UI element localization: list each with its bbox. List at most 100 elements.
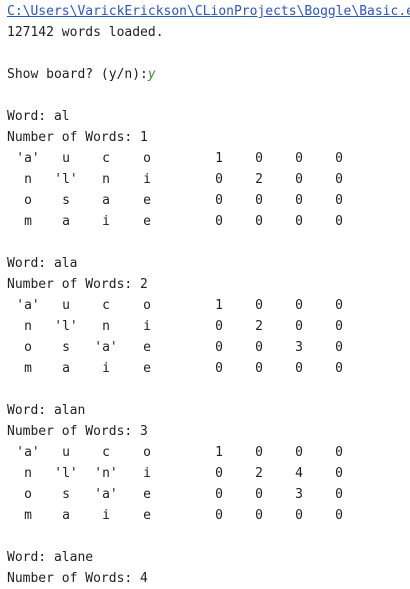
visit-order-cell: 3 bbox=[295, 340, 303, 355]
board-cell: e bbox=[143, 340, 151, 355]
visit-order-cell: 0 bbox=[335, 319, 343, 334]
visit-order-cell: 0 bbox=[335, 298, 343, 313]
visit-order-cell: 0 bbox=[215, 361, 223, 376]
visit-order-cell: 0 bbox=[295, 361, 303, 376]
visit-order-cell: 1 bbox=[215, 151, 223, 166]
visit-order-cell: 0 bbox=[335, 193, 343, 208]
board-cell: o bbox=[143, 445, 151, 460]
visit-order-cell: 0 bbox=[215, 193, 223, 208]
visit-order-cell: 2 bbox=[255, 466, 263, 481]
board-cell: 'l' bbox=[54, 466, 78, 481]
board-cell: n bbox=[24, 319, 32, 334]
board-cell: a bbox=[62, 508, 70, 523]
board-cell: m bbox=[24, 361, 32, 376]
visit-order-cell: 0 bbox=[255, 151, 263, 166]
board-cell: 'a' bbox=[94, 487, 118, 502]
board-cell: 'a' bbox=[16, 151, 40, 166]
board-cell: i bbox=[143, 172, 151, 187]
board-cell: n bbox=[24, 172, 32, 187]
board-cell: s bbox=[62, 193, 70, 208]
visit-order-cell: 0 bbox=[335, 340, 343, 355]
board-cell: u bbox=[62, 298, 70, 313]
board-cell: i bbox=[143, 319, 151, 334]
visit-order-cell: 0 bbox=[215, 214, 223, 229]
board-cell: i bbox=[102, 361, 110, 376]
word-line: Word: ala bbox=[7, 256, 78, 271]
board-cell: c bbox=[102, 445, 110, 460]
visit-order-cell: 0 bbox=[255, 298, 263, 313]
visit-order-cell: 1 bbox=[215, 445, 223, 460]
board-cell: 'a' bbox=[94, 340, 118, 355]
board-cell: c bbox=[102, 151, 110, 166]
board-cell: o bbox=[24, 340, 32, 355]
board-cell: e bbox=[143, 214, 151, 229]
word-line: Word: alan bbox=[7, 403, 86, 418]
board-cell: e bbox=[143, 193, 151, 208]
visit-order-cell: 0 bbox=[335, 487, 343, 502]
visit-order-cell: 0 bbox=[335, 466, 343, 481]
visit-order-cell: 0 bbox=[255, 214, 263, 229]
executable-path[interactable]: C:\Users\VarickErickson\CLionProjects\Bo… bbox=[7, 1, 410, 22]
board-cell: s bbox=[62, 487, 70, 502]
board-cell: e bbox=[143, 487, 151, 502]
board-cell: 'n' bbox=[94, 466, 118, 481]
visit-order-cell: 1 bbox=[215, 298, 223, 313]
board-cell: a bbox=[62, 361, 70, 376]
visit-order-cell: 0 bbox=[295, 508, 303, 523]
visit-order-cell: 0 bbox=[335, 508, 343, 523]
board-cell: o bbox=[143, 298, 151, 313]
visit-order-cell: 0 bbox=[295, 172, 303, 187]
board-cell: a bbox=[102, 193, 110, 208]
board-cell: 'l' bbox=[54, 172, 78, 187]
visit-order-cell: 0 bbox=[295, 151, 303, 166]
count-line: Number of Words: 2 bbox=[7, 277, 148, 292]
visit-order-cell: 0 bbox=[295, 214, 303, 229]
visit-order-cell: 0 bbox=[335, 445, 343, 460]
visit-order-cell: 0 bbox=[295, 298, 303, 313]
visit-order-cell: 0 bbox=[215, 172, 223, 187]
board-cell: e bbox=[143, 508, 151, 523]
show-board-prompt: Show board? (y/n):y bbox=[7, 64, 156, 85]
board-cell: 'l' bbox=[54, 319, 78, 334]
count-line: Number of Words: 1 bbox=[7, 130, 148, 145]
board-cell: 'a' bbox=[16, 298, 40, 313]
visit-order-cell: 4 bbox=[295, 466, 303, 481]
board-cell: o bbox=[24, 193, 32, 208]
board-cell: 'a' bbox=[16, 445, 40, 460]
board-cell: i bbox=[143, 466, 151, 481]
board-cell: e bbox=[143, 361, 151, 376]
visit-order-cell: 0 bbox=[255, 361, 263, 376]
board-cell: u bbox=[62, 445, 70, 460]
visit-order-cell: 0 bbox=[215, 487, 223, 502]
board-cell: a bbox=[62, 214, 70, 229]
visit-order-cell: 0 bbox=[335, 361, 343, 376]
board-cell: m bbox=[24, 508, 32, 523]
word-line: Word: al bbox=[7, 109, 70, 124]
visit-order-cell: 0 bbox=[335, 214, 343, 229]
board-cell: o bbox=[143, 151, 151, 166]
visit-order-cell: 0 bbox=[295, 445, 303, 460]
visit-order-cell: 0 bbox=[295, 319, 303, 334]
prompt-answer: y bbox=[147, 67, 156, 82]
prompt-text: Show board? (y/n): bbox=[7, 67, 148, 82]
visit-order-cell: 0 bbox=[255, 193, 263, 208]
visit-order-cell: 2 bbox=[255, 319, 263, 334]
board-cell: i bbox=[102, 508, 110, 523]
visit-order-cell: 0 bbox=[215, 466, 223, 481]
words-loaded-line: 127142 words loaded. bbox=[7, 25, 164, 40]
board-cell: n bbox=[24, 466, 32, 481]
visit-order-cell: 0 bbox=[255, 487, 263, 502]
visit-order-cell: 0 bbox=[295, 193, 303, 208]
visit-order-cell: 0 bbox=[215, 508, 223, 523]
board-cell: i bbox=[102, 214, 110, 229]
visit-order-cell: 0 bbox=[215, 340, 223, 355]
visit-order-cell: 0 bbox=[215, 319, 223, 334]
visit-order-cell: 2 bbox=[255, 172, 263, 187]
board-cell: n bbox=[102, 172, 110, 187]
visit-order-cell: 0 bbox=[255, 340, 263, 355]
visit-order-cell: 0 bbox=[335, 172, 343, 187]
visit-order-cell: 0 bbox=[255, 508, 263, 523]
word-line: Word: alane bbox=[7, 550, 94, 565]
board-cell: u bbox=[62, 151, 70, 166]
visit-order-cell: 0 bbox=[255, 445, 263, 460]
